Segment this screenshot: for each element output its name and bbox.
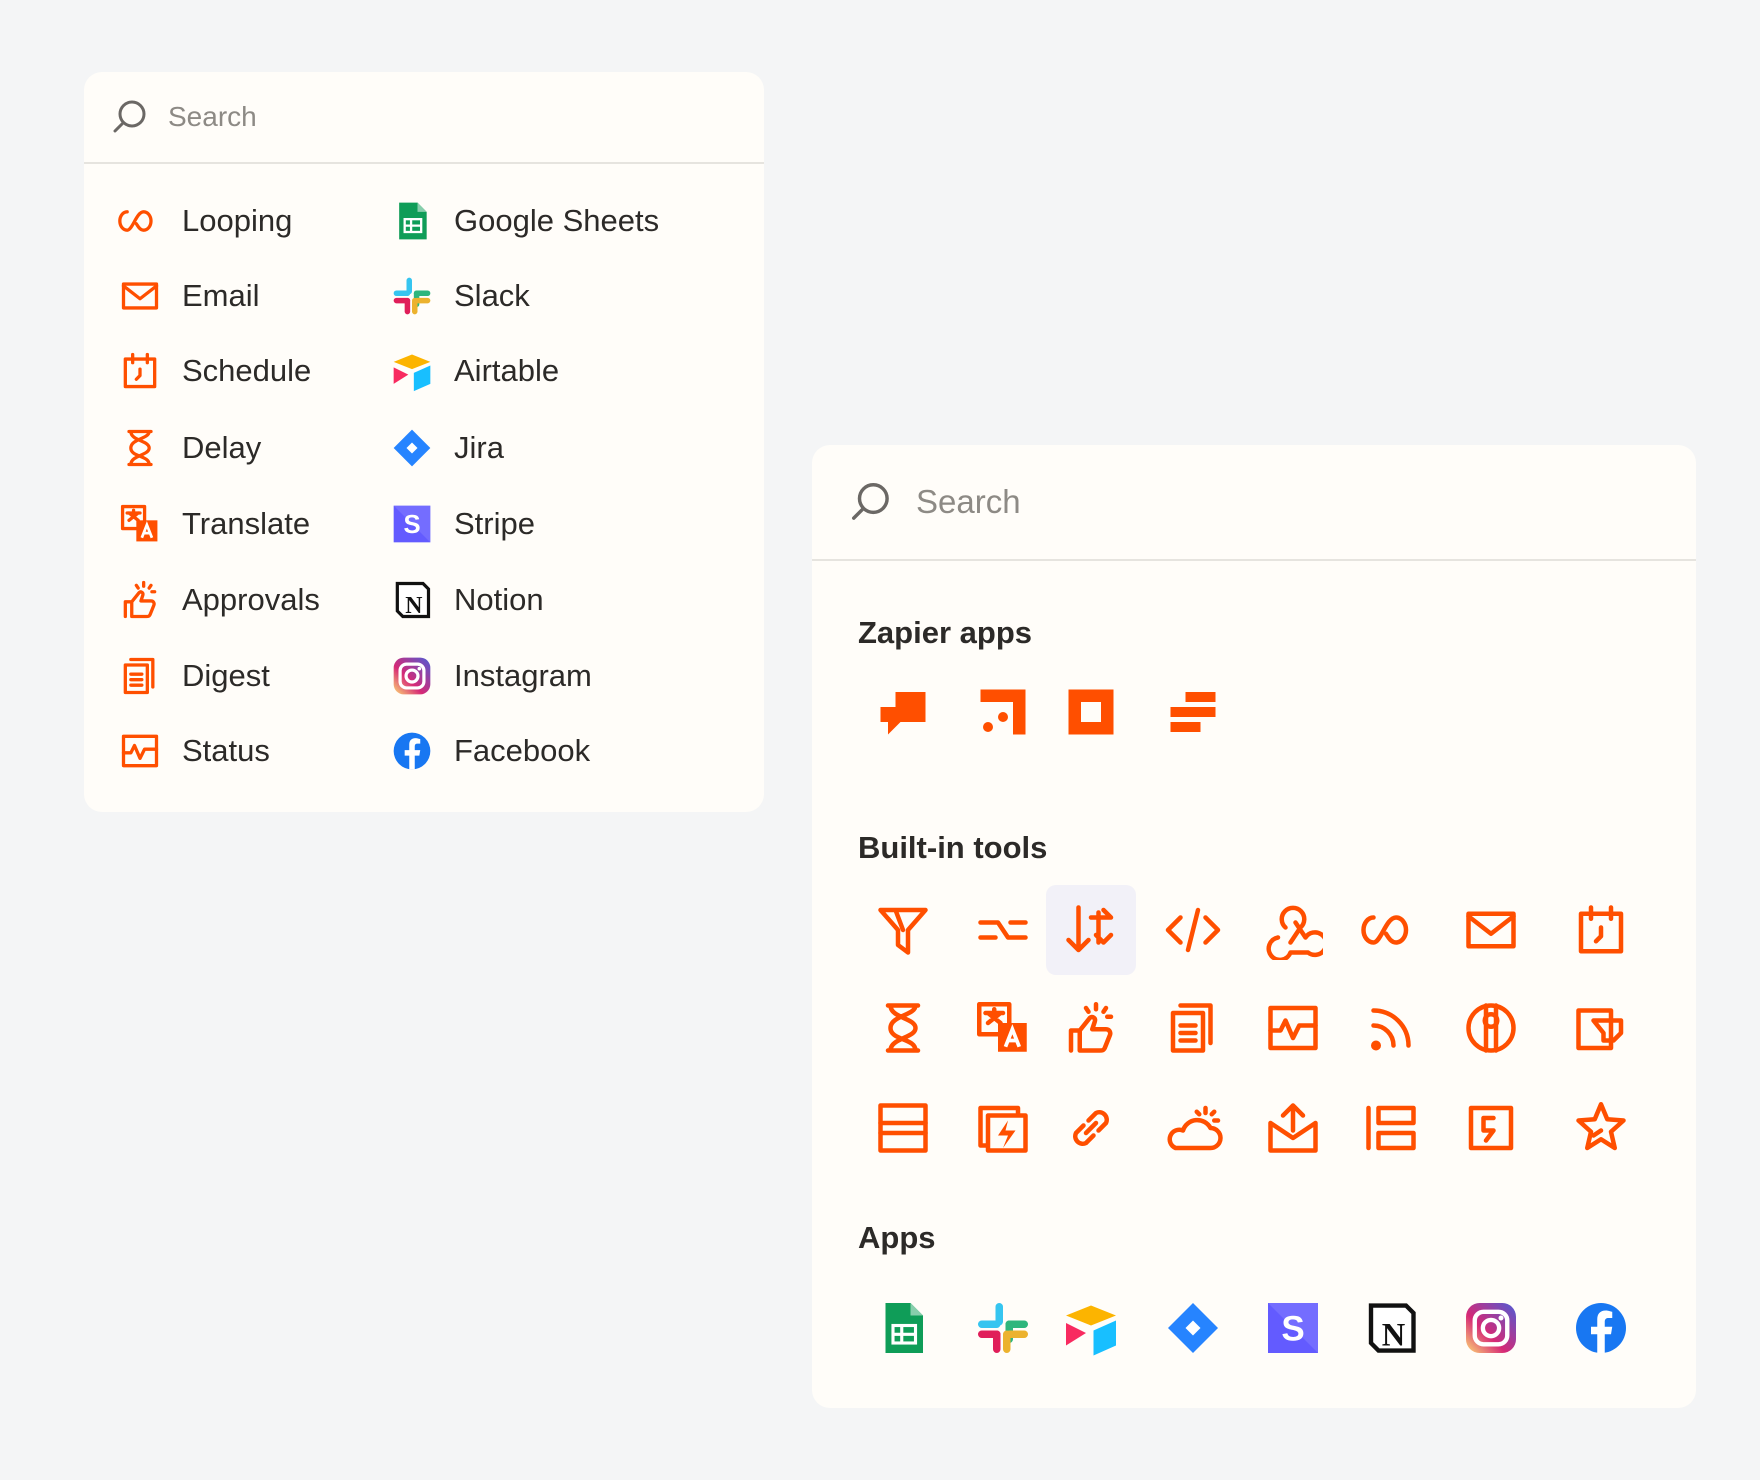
list-item-translate[interactable]: Translate [118, 499, 310, 549]
sub-zap-icon[interactable] [958, 1083, 1048, 1173]
status-icon [118, 729, 162, 773]
digest-icon[interactable] [1148, 983, 1238, 1073]
list-item-label: Digest [182, 658, 270, 693]
list-item-label: Airtable [454, 353, 560, 388]
list-item-digest[interactable]: Digest [118, 651, 270, 701]
facebook-icon[interactable] [1556, 1283, 1646, 1373]
search-bar[interactable]: Search [812, 445, 1696, 561]
section-title-apps: Apps [858, 1220, 936, 1255]
looping-icon [118, 199, 162, 243]
notion-icon[interactable]: N [1346, 1283, 1436, 1373]
list-item-label: Instagram [454, 658, 592, 693]
approvals-icon [118, 578, 162, 622]
airtable-icon[interactable] [1046, 1283, 1136, 1373]
google-sheets-icon [390, 199, 434, 243]
stripe-icon[interactable]: S [1248, 1283, 1338, 1373]
list-item-jira[interactable]: Jira [390, 423, 504, 473]
email-icon[interactable] [1446, 885, 1536, 975]
rss-icon[interactable] [1346, 983, 1436, 1073]
slack-icon[interactable] [958, 1283, 1048, 1373]
translate-icon[interactable] [958, 983, 1048, 1073]
list-item-label: Stripe [454, 506, 535, 541]
list-item-notion[interactable]: N Notion [390, 575, 544, 625]
paths-icon[interactable] [958, 885, 1048, 975]
list-item-looping[interactable]: Looping [118, 196, 292, 246]
delay-icon[interactable] [858, 983, 948, 1073]
approvals-icon[interactable] [1046, 983, 1136, 1073]
schedule-icon [118, 349, 162, 393]
list-item-label: Schedule [182, 353, 312, 388]
list-item-label: Translate [182, 506, 311, 541]
left-picker-panel: Search Looping Email Schedule Delay Translat… [84, 72, 764, 812]
section-title-zapier-apps: Zapier apps [858, 615, 1032, 650]
storage-icon[interactable] [858, 1083, 948, 1173]
airtable-icon [390, 349, 434, 393]
right-picker-panel: Search Zapier apps Built-in tools Apps S… [812, 445, 1696, 1408]
list-item-google-sheets[interactable]: Google Sheets [390, 196, 659, 246]
looping-icon[interactable] [1346, 885, 1436, 975]
list-item-label: Delay [182, 430, 262, 465]
search-icon [848, 479, 894, 525]
email-icon [118, 274, 162, 318]
google-sheets-icon[interactable] [858, 1283, 948, 1373]
digest-icon [118, 654, 162, 698]
svg-text:S: S [403, 511, 420, 539]
list-item-label: Looping [182, 203, 293, 238]
list-item-label: Email [182, 278, 260, 313]
svg-text:N: N [405, 593, 422, 619]
translate-icon [118, 502, 162, 546]
stripe-icon: S [390, 502, 434, 546]
web-parser-icon[interactable] [1556, 983, 1646, 1073]
list-item-label: Facebook [454, 733, 591, 768]
list-item-label: Jira [454, 430, 504, 465]
lookup-table-icon[interactable] [1346, 1083, 1436, 1173]
interfaces-icon[interactable] [858, 667, 948, 757]
list-item-label: Approvals [182, 582, 320, 617]
tables-icon[interactable] [958, 667, 1048, 757]
list-item-label: Slack [454, 278, 530, 313]
search-bar[interactable]: Search [84, 72, 764, 164]
status-icon[interactable] [1248, 983, 1338, 1073]
list-item-status[interactable]: Status [118, 726, 270, 776]
instagram-icon[interactable] [1446, 1283, 1536, 1373]
search-input[interactable]: Search [168, 101, 257, 133]
list-item-instagram[interactable]: Instagram [390, 651, 592, 701]
webhooks-icon[interactable] [1248, 885, 1338, 975]
list-item-label: Notion [454, 582, 544, 617]
list-item-delay[interactable]: Delay [118, 423, 261, 473]
canvas-icon[interactable] [1046, 667, 1136, 757]
slack-icon [390, 274, 434, 318]
svg-text:N: N [1382, 1318, 1406, 1354]
list-item-stripe[interactable]: S Stripe [390, 499, 535, 549]
formatter-icon[interactable] [1046, 885, 1136, 975]
list-item-facebook[interactable]: Facebook [390, 726, 590, 776]
search-input[interactable]: Search [916, 483, 1021, 521]
instagram-icon [390, 654, 434, 698]
list-item-email[interactable]: Email [118, 271, 260, 321]
svg-text:S: S [1281, 1310, 1304, 1349]
jira-icon[interactable] [1148, 1283, 1238, 1373]
code-icon[interactable] [1148, 885, 1238, 975]
filter-icon[interactable] [858, 885, 948, 975]
transfer-icon[interactable] [1446, 1083, 1536, 1173]
weather-icon[interactable] [1148, 1083, 1238, 1173]
facebook-icon [390, 729, 434, 773]
chatbots-icon[interactable] [1148, 667, 1238, 757]
notion-icon: N [390, 578, 434, 622]
list-item-approvals[interactable]: Approvals [118, 575, 320, 625]
section-title-built-in-tools: Built-in tools [858, 830, 1048, 865]
bookmark-star-icon[interactable] [1556, 1083, 1646, 1173]
list-item-slack[interactable]: Slack [390, 271, 530, 321]
url-shortener-icon[interactable] [1046, 1083, 1136, 1173]
list-item-label: Status [182, 733, 270, 768]
schedule-icon[interactable] [1556, 885, 1646, 975]
search-icon [110, 97, 150, 137]
email-parser-icon[interactable] [1248, 1083, 1338, 1173]
list-item-label: Google Sheets [454, 203, 660, 238]
jira-icon [390, 426, 434, 470]
manager-icon[interactable] [1446, 983, 1536, 1073]
list-item-schedule[interactable]: Schedule [118, 346, 311, 396]
list-item-airtable[interactable]: Airtable [390, 346, 559, 396]
delay-icon [118, 426, 162, 470]
